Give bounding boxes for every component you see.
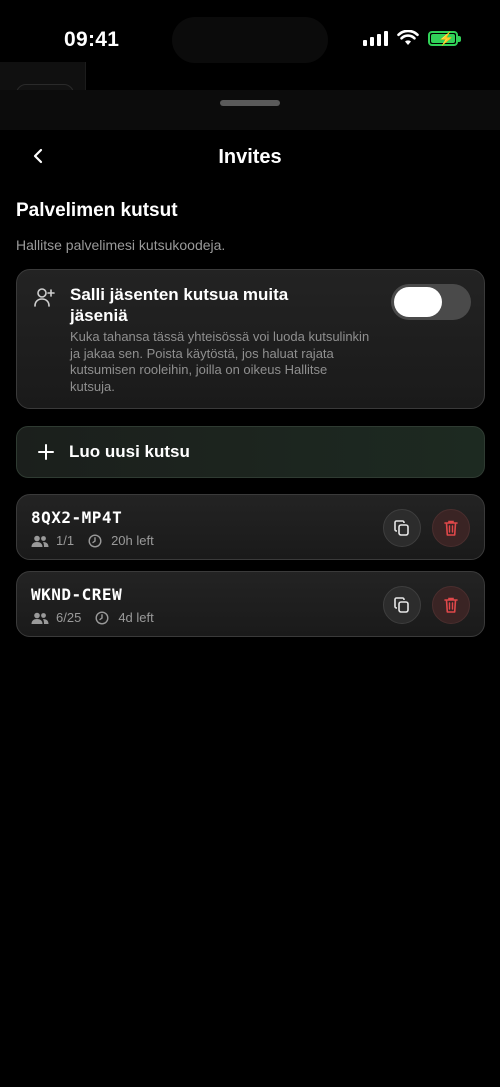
allow-invites-description: Kuka tahansa tässä yhteisössä voi luoda …: [70, 329, 370, 394]
invite-row: WKND-CREW 6/25 4d left: [16, 571, 485, 637]
sheet-header: [0, 90, 500, 130]
delete-invite-button[interactable]: [432, 509, 470, 547]
invite-expiry: 4d left: [118, 610, 154, 625]
allow-invites-toggle[interactable]: [391, 284, 471, 320]
clock-icon: [86, 533, 104, 548]
section-title: Palvelimen kutsut: [16, 200, 178, 221]
invite-uses: 6/25: [56, 610, 82, 625]
page-title: Invites: [218, 146, 282, 168]
invite-uses: 1/1: [56, 533, 75, 548]
invites-sheet: Invites Palvelimen kutsut Hallitse palve…: [0, 90, 500, 1087]
status-icons: ⚡: [363, 30, 461, 46]
sheet-grabber[interactable]: [220, 100, 280, 106]
status-time: 09:41: [64, 28, 120, 51]
create-invite-label: Luo uusi kutsu: [69, 442, 190, 461]
allow-invites-card: Salli jäsenten kutsua muita jäseniä Kuka…: [16, 269, 485, 409]
allow-invites-title: Salli jäsenten kutsua muita jäseniä: [70, 285, 289, 325]
cellular-signal-icon: [363, 30, 388, 46]
plus-icon: [38, 444, 54, 460]
create-invite-button[interactable]: Luo uusi kutsu: [16, 426, 485, 478]
copy-invite-button[interactable]: [383, 509, 421, 547]
dynamic-island: [172, 17, 328, 63]
user-plus-icon: [34, 288, 55, 307]
invite-row: 8QX2-MP4T 1/1 20h left: [16, 494, 485, 560]
invite-code: WKND-CREW: [31, 585, 123, 604]
battery-charging-icon: ⚡: [428, 30, 461, 46]
trash-icon: [444, 597, 458, 613]
copy-icon: [394, 597, 409, 613]
delete-invite-button[interactable]: [432, 586, 470, 624]
clock-icon: [93, 610, 111, 625]
trash-icon: [444, 520, 458, 536]
invite-meta: 6/25 4d left: [31, 610, 154, 625]
invite-expiry: 20h left: [111, 533, 154, 548]
section-subtitle: Hallitse palvelimesi kutsukoodeja.: [16, 237, 226, 253]
invite-code: 8QX2-MP4T: [31, 508, 123, 527]
invite-meta: 1/1 20h left: [31, 533, 154, 548]
nav-bar: Invites: [0, 138, 500, 178]
users-icon: [31, 611, 49, 625]
wifi-icon: [397, 30, 419, 45]
toggle-knob: [394, 287, 442, 317]
copy-invite-button[interactable]: [383, 586, 421, 624]
users-icon: [31, 534, 49, 548]
copy-icon: [394, 520, 409, 536]
